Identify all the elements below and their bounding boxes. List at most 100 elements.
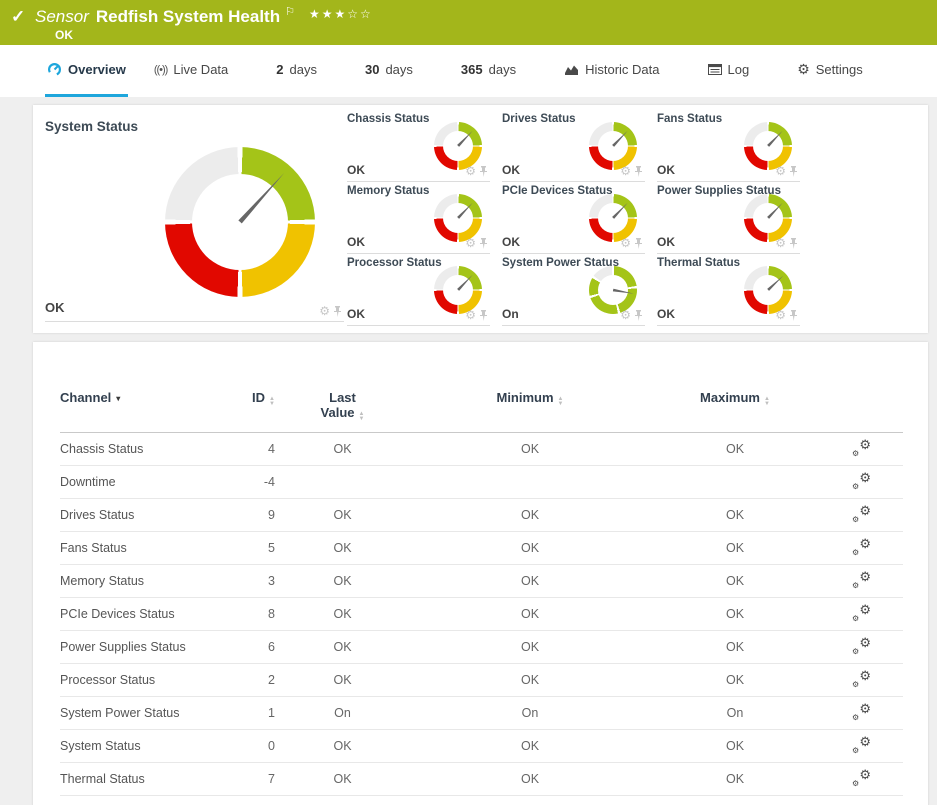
- tab-2-days[interactable]: 2 days: [274, 45, 319, 97]
- channel-settings-icon[interactable]: ⚙⚙: [852, 770, 871, 786]
- gear-icon[interactable]: ⚙: [620, 165, 631, 177]
- tile-actions: ⚙: [620, 237, 643, 249]
- table-row: Fans Status 5 OK OK OK ⚙⚙: [60, 532, 903, 565]
- column-header-maximum[interactable]: Maximum▲▼: [650, 390, 820, 407]
- gauge-tile-memory-status: Memory Status OK ⚙: [347, 182, 490, 254]
- gauge-needle: [456, 201, 474, 220]
- table-row: Thermal Status 7 OK OK OK ⚙⚙: [60, 763, 903, 796]
- tab-label: days: [385, 62, 412, 77]
- channel-settings-icon[interactable]: ⚙⚙: [852, 737, 871, 753]
- gauge-tile-processor-status: Processor Status OK ⚙: [347, 254, 490, 326]
- maximum-value: On: [650, 706, 820, 720]
- tab-365-days[interactable]: 365 days: [459, 45, 518, 97]
- gauge-value: OK: [657, 235, 675, 249]
- status-gauge: [744, 194, 792, 242]
- gauge-tile-system-power-status: System Power Status On ⚙: [502, 254, 645, 326]
- channel-settings-icon[interactable]: ⚙⚙: [852, 539, 871, 555]
- gauge-needle: [456, 273, 474, 292]
- table-row: Chassis Status 4 OK OK OK ⚙⚙: [60, 433, 903, 466]
- sort-caret-icon: ▾: [116, 394, 120, 403]
- gear-icon[interactable]: ⚙: [620, 237, 631, 249]
- pin-icon[interactable]: [789, 310, 798, 321]
- table-row: System Power Status 1 On On On ⚙⚙: [60, 697, 903, 730]
- channel-id: 9: [235, 508, 275, 522]
- sort-arrows-icon: ▲▼: [764, 397, 770, 407]
- column-header-channel[interactable]: Channel▾: [60, 390, 235, 405]
- minimum-value: OK: [410, 442, 650, 456]
- tile-actions: ⚙: [620, 309, 643, 321]
- gear-icon[interactable]: ⚙: [775, 165, 786, 177]
- table-row: Power Supplies Status 6 OK OK OK ⚙⚙: [60, 631, 903, 664]
- gear-icon[interactable]: ⚙: [620, 309, 631, 321]
- pin-icon[interactable]: [479, 238, 488, 249]
- tab-historic-data[interactable]: Historic Data: [562, 45, 661, 97]
- channel-settings-icon[interactable]: ⚙⚙: [852, 605, 871, 621]
- gauge-needle: [613, 288, 635, 297]
- gauge-tile-drives-status: Drives Status OK ⚙: [502, 110, 645, 182]
- column-header-id[interactable]: ID▲▼: [235, 390, 275, 407]
- status-gauge: [434, 194, 482, 242]
- minimum-value: OK: [410, 541, 650, 555]
- sensor-header: ✓ SensorRedfish System Health⚐★★★☆☆ OK: [0, 0, 937, 45]
- channel-settings-icon[interactable]: ⚙⚙: [852, 506, 871, 522]
- gauge-tile-chassis-status: Chassis Status OK ⚙: [347, 110, 490, 182]
- pin-icon[interactable]: [634, 166, 643, 177]
- pin-icon[interactable]: [333, 306, 342, 317]
- gear-icon[interactable]: ⚙: [319, 305, 330, 317]
- last-value: OK: [275, 772, 410, 786]
- channel-id: 6: [235, 640, 275, 654]
- gauge-tile-pcie-devices-status: PCIe Devices Status OK ⚙: [502, 182, 645, 254]
- channel-settings-icon[interactable]: ⚙⚙: [852, 473, 871, 489]
- gauge-value: OK: [45, 300, 65, 315]
- tab-log[interactable]: Log: [706, 45, 752, 97]
- status-check-icon: ✓: [11, 7, 25, 27]
- column-header-last-value[interactable]: Last Value▲▼: [275, 390, 410, 422]
- pin-icon[interactable]: [479, 310, 488, 321]
- priority-stars[interactable]: ★★★☆☆: [309, 7, 373, 21]
- pin-icon[interactable]: [634, 310, 643, 321]
- gauge-value: OK: [347, 163, 365, 177]
- channel-settings-icon[interactable]: ⚙⚙: [852, 572, 871, 588]
- channel-settings-icon[interactable]: ⚙⚙: [852, 704, 871, 720]
- channel-id: 5: [235, 541, 275, 555]
- tab-number: 365: [461, 62, 483, 77]
- tab-bar: Overview ((•)) Live Data 2 days 30 days …: [0, 45, 937, 97]
- tab-30-days[interactable]: 30 days: [363, 45, 415, 97]
- tab-settings[interactable]: ⚙ Settings: [795, 45, 865, 97]
- gauge-title: Thermal Status: [657, 254, 800, 269]
- tab-label: days: [290, 62, 317, 77]
- gear-icon[interactable]: ⚙: [465, 165, 476, 177]
- channel-settings-icon[interactable]: ⚙⚙: [852, 440, 871, 456]
- column-header-minimum[interactable]: Minimum▲▼: [410, 390, 650, 407]
- last-value: OK: [275, 508, 410, 522]
- channel-name: Memory Status: [60, 574, 235, 588]
- last-value: OK: [275, 673, 410, 687]
- gauge-needle: [766, 129, 784, 148]
- gauge-needle: [456, 129, 474, 148]
- gear-icon[interactable]: ⚙: [775, 237, 786, 249]
- gear-icon[interactable]: ⚙: [465, 237, 476, 249]
- pin-icon[interactable]: [789, 238, 798, 249]
- channel-settings-icon[interactable]: ⚙⚙: [852, 671, 871, 687]
- tab-label: Log: [728, 62, 750, 77]
- tab-live-data[interactable]: ((•)) Live Data: [152, 45, 230, 97]
- last-value: OK: [275, 640, 410, 654]
- flag-icon[interactable]: ⚐: [285, 6, 295, 18]
- maximum-value: OK: [650, 739, 820, 753]
- tab-label: Settings: [816, 62, 863, 77]
- gauge-title: Memory Status: [347, 182, 490, 197]
- tab-label: Overview: [68, 62, 126, 77]
- channel-settings-icon[interactable]: ⚙⚙: [852, 638, 871, 654]
- minimum-value: OK: [410, 640, 650, 654]
- gear-icon[interactable]: ⚙: [465, 309, 476, 321]
- tab-overview[interactable]: Overview: [45, 45, 128, 97]
- status-gauge: [589, 266, 637, 314]
- maximum-value: OK: [650, 673, 820, 687]
- maximum-value: OK: [650, 772, 820, 786]
- gauge-value: OK: [502, 235, 520, 249]
- pin-icon[interactable]: [634, 238, 643, 249]
- gear-icon[interactable]: ⚙: [775, 309, 786, 321]
- pin-icon[interactable]: [479, 166, 488, 177]
- status-gauge: [589, 122, 637, 170]
- pin-icon[interactable]: [789, 166, 798, 177]
